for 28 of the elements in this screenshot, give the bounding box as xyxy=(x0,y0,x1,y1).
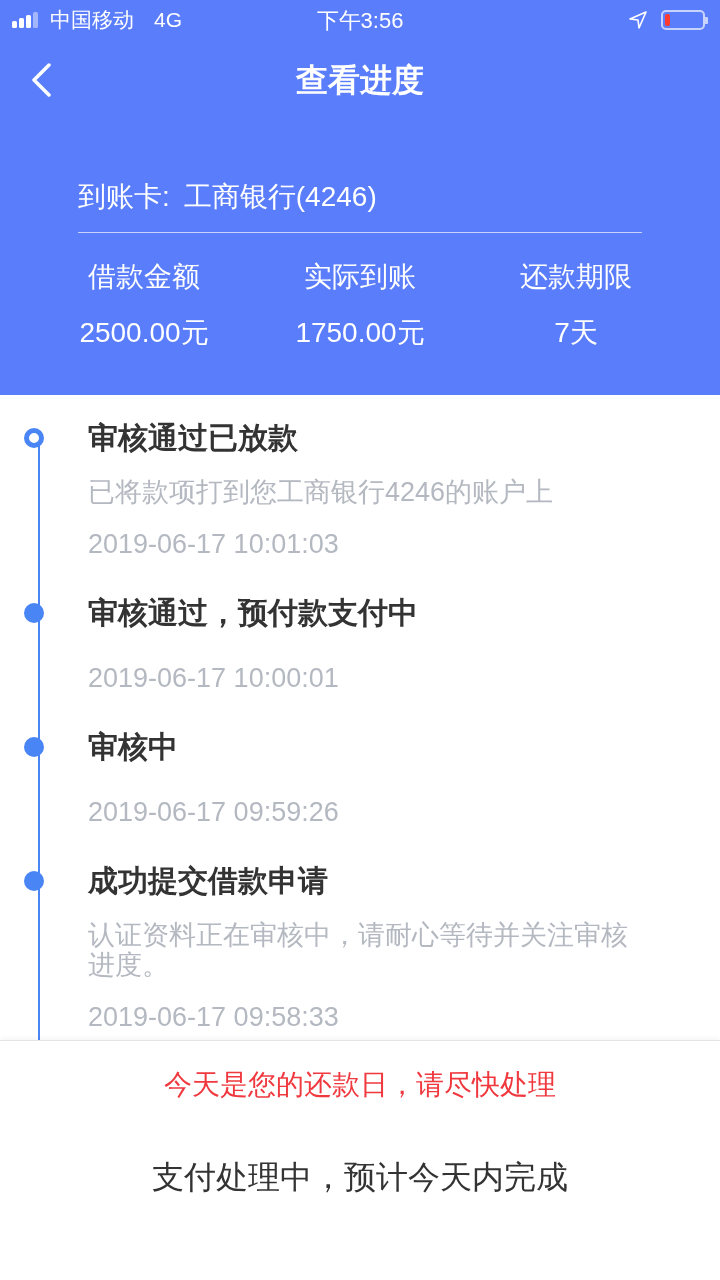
summary-label: 实际到账 xyxy=(304,260,416,294)
step-title: 审核通过，预付款支付中 xyxy=(88,595,419,631)
network-type: 4G xyxy=(154,7,182,34)
location-arrow-icon xyxy=(629,11,647,29)
signal-icon xyxy=(12,12,40,28)
back-chevron-icon xyxy=(31,63,51,97)
step-time: 2019-06-17 10:00:01 xyxy=(88,662,340,695)
summary-value: 2500.00元 xyxy=(79,316,209,350)
step-description: 已将款项打到您工商银行4246的账户上 xyxy=(88,477,555,507)
repayment-notice: 今天是您的还款日，请尽快处理 xyxy=(164,1068,556,1102)
step-time: 2019-06-17 09:59:26 xyxy=(88,796,340,829)
payment-status: 支付处理中，预计今天内完成 xyxy=(152,1158,568,1197)
step-title: 成功提交借款申请 xyxy=(88,863,329,899)
summary-label: 还款期限 xyxy=(520,260,632,294)
summary-value: 1750.00元 xyxy=(295,316,425,350)
step-time: 2019-06-17 10:01:03 xyxy=(88,528,340,561)
step-description: 认证资料正在审核中，请耐心等待并关注审核进度。 xyxy=(88,920,629,980)
status-time: 下午3:56 xyxy=(316,6,404,35)
summary-value: 7天 xyxy=(554,316,598,350)
page-title: 查看进度 xyxy=(296,61,424,100)
step-time: 2019-06-17 09:58:33 xyxy=(88,1001,340,1034)
step-title: 审核中 xyxy=(88,729,179,765)
battery-icon xyxy=(661,10,708,30)
step-title: 审核通过已放款 xyxy=(88,420,299,456)
summary-label: 借款金额 xyxy=(88,260,200,294)
card-value: 工商银行(4246) xyxy=(183,180,377,214)
carrier-name: 中国移动 xyxy=(50,7,134,34)
card-label: 到账卡: xyxy=(78,180,170,214)
